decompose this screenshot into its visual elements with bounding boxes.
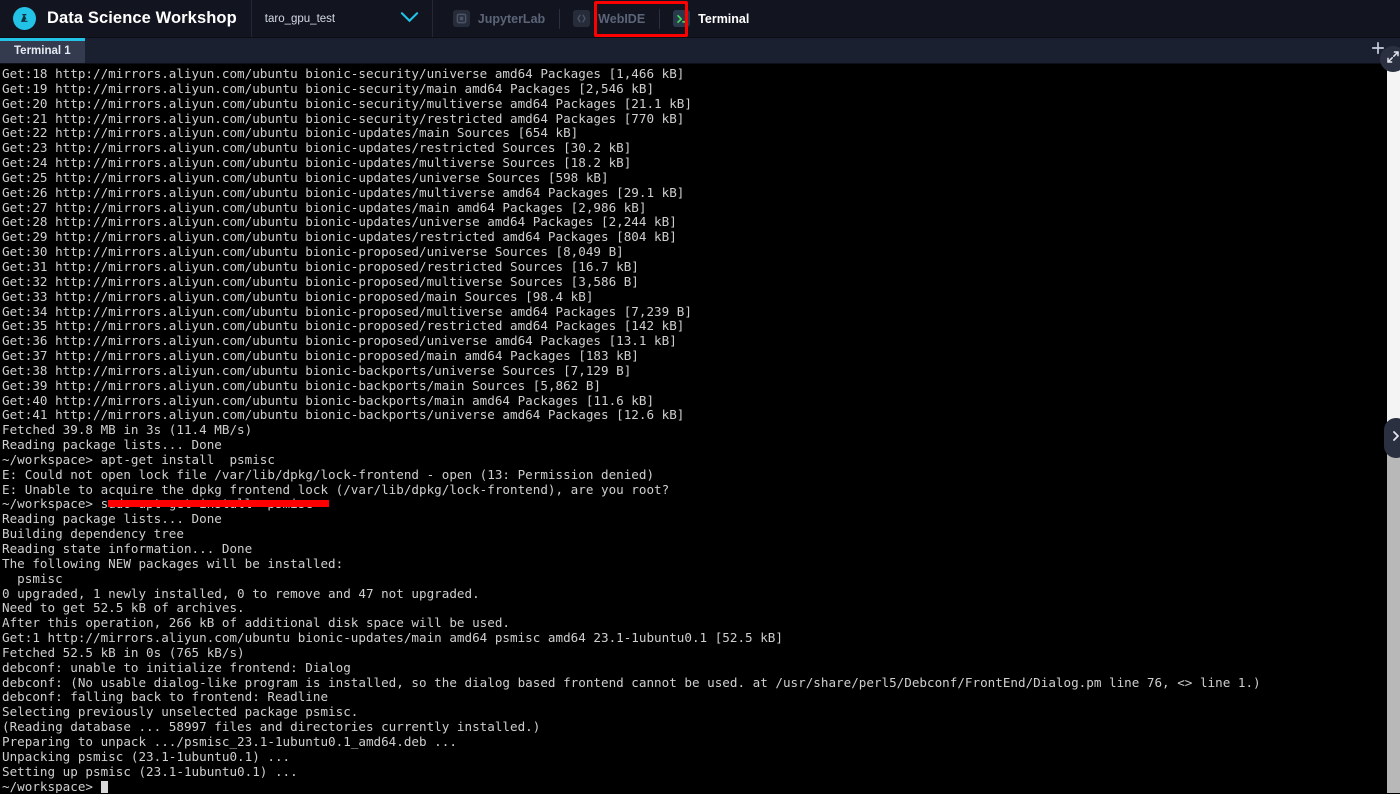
terminal-prompt: ~/workspace>	[2, 778, 101, 793]
tab-strip-spacer	[85, 38, 1356, 63]
terminal-line: E: Could not open lock file /var/lib/dpk…	[2, 466, 655, 482]
terminal-line: Get:19 http://mirrors.aliyun.com/ubuntu …	[2, 80, 655, 96]
terminal-line: Get:24 http://mirrors.aliyun.com/ubuntu …	[2, 155, 632, 171]
terminal-line: Get:41 http://mirrors.aliyun.com/ubuntu …	[2, 407, 685, 423]
scrollbar-thumb[interactable]	[1387, 64, 1400, 424]
app-tab-webide[interactable]: WebIDE	[559, 0, 659, 38]
project-selector-value: taro_gpu_test	[264, 12, 336, 25]
terminal-line: Get:36 http://mirrors.aliyun.com/ubuntu …	[2, 333, 677, 349]
app-tab-bar: JupyterLab WebIDE Terminal	[433, 0, 764, 37]
terminal-line: Reading package lists... Done	[2, 511, 222, 527]
terminal-line: Get:39 http://mirrors.aliyun.com/ubuntu …	[2, 377, 601, 393]
terminal-line: 0 upgraded, 1 newly installed, 0 to remo…	[2, 585, 480, 601]
terminal-cursor	[100, 780, 109, 793]
panel-toggle-button[interactable]	[1384, 418, 1400, 458]
terminal-line: Get:40 http://mirrors.aliyun.com/ubuntu …	[2, 392, 655, 408]
terminal-line: Get:21 http://mirrors.aliyun.com/ubuntu …	[2, 110, 685, 126]
app-tab-label: Terminal	[698, 11, 750, 26]
terminal-line: ~/workspace> sudo apt-get install psmisc	[2, 496, 313, 512]
chevron-right-icon	[1390, 429, 1400, 448]
app-tab-label: JupyterLab	[477, 11, 546, 26]
terminal-output[interactable]: Get:18 http://mirrors.aliyun.com/ubuntu …	[0, 64, 1400, 793]
app-tab-jupyterlab[interactable]: JupyterLab	[439, 0, 559, 38]
jupyterlab-icon	[452, 10, 470, 27]
terminal-line: psmisc	[2, 570, 63, 586]
terminal-prompt-icon	[673, 10, 691, 27]
app-header: Data Science Workshop taro_gpu_test Jupy…	[0, 0, 1400, 38]
terminal-tab-1[interactable]: Terminal 1	[0, 38, 85, 63]
terminal-line: Get:18 http://mirrors.aliyun.com/ubuntu …	[2, 66, 685, 81]
terminal-line: debconf: (No usable dialog-like program …	[2, 674, 1261, 690]
terminal-line: Get:28 http://mirrors.aliyun.com/ubuntu …	[2, 214, 677, 230]
terminal-line: Unpacking psmisc (23.1-1ubuntu0.1) ...	[2, 748, 291, 764]
terminal-line: Reading state information... Done	[2, 541, 253, 556]
terminal-prompt-line: ~/workspace>	[2, 778, 1400, 793]
terminal-line: E: Unable to acquire the dpkg frontend l…	[2, 481, 670, 497]
terminal-line: Get:27 http://mirrors.aliyun.com/ubuntu …	[2, 199, 647, 215]
terminal-line: Setting up psmisc (23.1-1ubuntu0.1) ...	[2, 763, 298, 779]
terminal-line: Get:38 http://mirrors.aliyun.com/ubuntu …	[2, 362, 632, 378]
terminal-line: The following NEW packages will be insta…	[2, 555, 344, 571]
expand-diagonal-icon	[1386, 50, 1400, 69]
terminal-line: Get:32 http://mirrors.aliyun.com/ubuntu …	[2, 273, 639, 289]
terminal-line: Get:20 http://mirrors.aliyun.com/ubuntu …	[2, 95, 692, 111]
terminal-line-list: Get:18 http://mirrors.aliyun.com/ubuntu …	[2, 66, 1400, 793]
chevron-down-icon	[400, 10, 419, 28]
terminal-line: Reading package lists... Done	[2, 437, 222, 453]
terminal-line: Get:23 http://mirrors.aliyun.com/ubuntu …	[2, 140, 632, 156]
workshop-logo-icon	[13, 7, 36, 30]
terminal-tab-strip: Terminal 1	[0, 38, 1400, 64]
workshop-terminal-window: Data Science Workshop taro_gpu_test Jupy…	[0, 0, 1400, 794]
terminal-line: Get:35 http://mirrors.aliyun.com/ubuntu …	[2, 318, 685, 334]
terminal-line: Get:29 http://mirrors.aliyun.com/ubuntu …	[2, 229, 677, 245]
terminal-line: Fetched 39.8 MB in 3s (11.4 MB/s)	[2, 422, 253, 438]
terminal-line: Fetched 52.5 kB in 0s (765 kB/s)	[2, 644, 245, 660]
terminal-line: ~/workspace> apt-get install psmisc	[2, 451, 275, 467]
terminal-line: Get:30 http://mirrors.aliyun.com/ubuntu …	[2, 244, 624, 260]
terminal-line: Get:33 http://mirrors.aliyun.com/ubuntu …	[2, 288, 594, 304]
terminal-line: Preparing to unpack .../psmisc_23.1-1ubu…	[2, 733, 457, 749]
terminal-line: Need to get 52.5 kB of archives.	[2, 600, 245, 616]
expand-fullscreen-button[interactable]	[1380, 46, 1400, 72]
terminal-line: Get:31 http://mirrors.aliyun.com/ubuntu …	[2, 258, 639, 274]
terminal-line: debconf: unable to initialize frontend: …	[2, 659, 351, 675]
terminal-line: Get:25 http://mirrors.aliyun.com/ubuntu …	[2, 169, 609, 185]
project-selector[interactable]: taro_gpu_test	[250, 0, 433, 37]
app-tab-terminal[interactable]: Terminal	[659, 0, 763, 38]
terminal-line: Get:34 http://mirrors.aliyun.com/ubuntu …	[2, 303, 692, 319]
brand: Data Science Workshop	[0, 0, 251, 37]
page-title: Data Science Workshop	[47, 9, 237, 27]
terminal-line: After this operation, 266 kB of addition…	[2, 615, 510, 631]
terminal-line: debconf: falling back to frontend: Readl…	[2, 689, 329, 705]
terminal-line: Get:26 http://mirrors.aliyun.com/ubuntu …	[2, 184, 685, 200]
terminal-line: Get:1 http://mirrors.aliyun.com/ubuntu b…	[2, 630, 783, 646]
terminal-line: Building dependency tree	[2, 526, 184, 542]
terminal-line: Get:37 http://mirrors.aliyun.com/ubuntu …	[2, 348, 639, 364]
terminal-line: Get:22 http://mirrors.aliyun.com/ubuntu …	[2, 125, 579, 141]
terminal-line: (Reading database ... 58997 files and di…	[2, 719, 541, 735]
app-tab-label: WebIDE	[598, 11, 646, 26]
terminal-tab-label: Terminal 1	[14, 44, 71, 57]
webide-icon	[573, 10, 591, 27]
terminal-line: Selecting previously unselected package …	[2, 704, 359, 720]
